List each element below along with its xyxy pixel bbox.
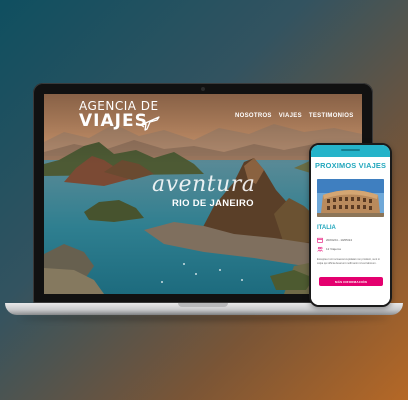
phone-section-title: PROXIMOS VIAJES [315, 161, 387, 170]
colosseum-image [317, 179, 384, 217]
phone-device: PROXIMOS VIAJES ITALIA 20/04/24 - 10/05/… [309, 143, 392, 307]
nav-link-viajes[interactable]: VIAJES [279, 113, 302, 119]
trip-travelers: 12 Viajeros [326, 247, 341, 251]
site-logo[interactable]: AGENCIA DE VIAJES [79, 100, 160, 131]
trip-dates: 20/04/24 - 10/05/24 [326, 238, 353, 242]
more-info-button[interactable]: MÁS INFORMACIÓN [319, 277, 383, 286]
hero-title: RIO DE JANEIRO [172, 198, 254, 209]
laptop-shadow [20, 315, 388, 321]
laptop-camera [201, 87, 205, 91]
dates-row: 20/04/24 - 10/05/24 [317, 237, 352, 243]
destination-name: ITALIA [317, 225, 336, 231]
main-nav: NOSOTROS VIAJES TESTIMONIOS [235, 113, 354, 119]
phone-status-bar [311, 145, 390, 157]
laptop-notch [178, 303, 228, 307]
phone-speaker [341, 149, 360, 151]
trip-description: Excepteur sint occaecat cupidatat non pr… [317, 258, 381, 265]
calendar-icon [317, 237, 323, 243]
travelers-row: 12 Viajeros [317, 246, 341, 252]
hero-script-text: aventura [152, 172, 256, 197]
nav-link-nosotros[interactable]: NOSOTROS [235, 113, 272, 119]
plane-icon [140, 116, 160, 131]
nav-link-testimonios[interactable]: TESTIMONIOS [309, 113, 354, 119]
people-icon [317, 246, 323, 252]
